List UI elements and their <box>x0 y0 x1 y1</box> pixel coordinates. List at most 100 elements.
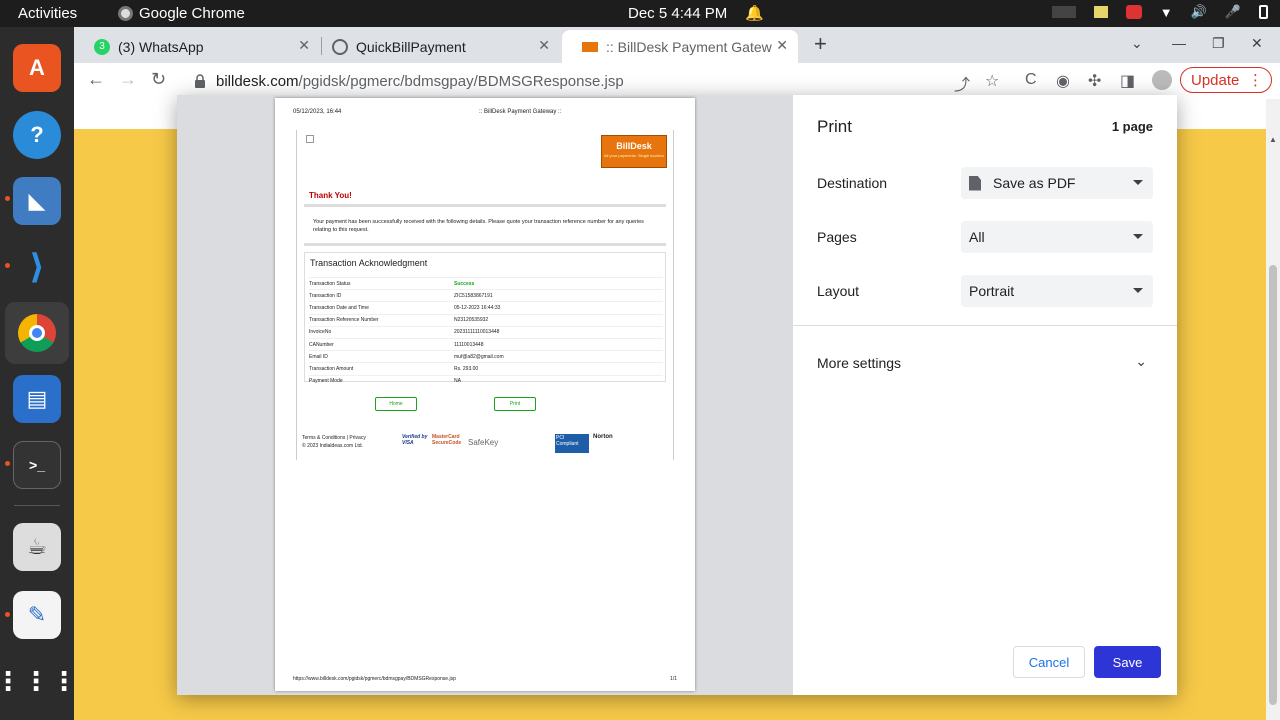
text-editor-icon[interactable]: ✎ <box>13 591 61 639</box>
table-row: Transaction ID ZIC51583867191 <box>309 289 663 301</box>
print-preview: 05/12/2023, 16:44 :: BillDesk Payment Ga… <box>177 95 793 695</box>
row-key: Transaction Date and Time <box>309 304 369 311</box>
row-value: 11110013448 <box>454 341 484 348</box>
norton-badge: Norton <box>593 434 613 440</box>
row-value: Rs. 293.00 <box>454 365 479 372</box>
row-value: muf@a82@gmail.com <box>454 353 504 360</box>
dropdown-caret-icon <box>1133 288 1143 293</box>
close-icon[interactable]: ✕ <box>298 37 310 54</box>
save-button[interactable]: Save <box>1094 646 1161 678</box>
safekey-badge: SafeKey <box>468 438 499 447</box>
transaction-title: Transaction Acknowledgment <box>310 258 428 268</box>
update-button[interactable]: Update ⋮ <box>1180 67 1272 93</box>
tab-label: :: BillDesk Payment Gatew <box>606 38 772 55</box>
chrome-dock-icon[interactable] <box>5 302 69 364</box>
java-icon[interactable]: ☕ <box>13 523 61 571</box>
new-tab-button[interactable]: + <box>814 31 827 57</box>
tab-billdesk[interactable]: :: BillDesk Payment Gatew ✕ <box>562 30 798 63</box>
update-label: Update <box>1191 71 1240 89</box>
pages-value: All <box>969 229 985 245</box>
tab-label: (3) WhatsApp <box>118 38 204 55</box>
close-window-button[interactable]: ✕ <box>1251 35 1263 52</box>
lock-icon[interactable] <box>194 74 206 88</box>
confirmation-message: Your payment has been successfully recei… <box>313 219 644 233</box>
notes-icon[interactable] <box>1093 6 1108 18</box>
home-button: Home <box>375 397 417 411</box>
help-icon[interactable]: ? <box>13 111 61 159</box>
bell-icon[interactable]: 🔔 <box>745 4 764 22</box>
tab-quickbillpayment[interactable]: QuickBillPayment ✕ <box>312 30 560 63</box>
sheet-header-title: :: BillDesk Payment Gateway :: <box>479 109 562 115</box>
terminal-icon[interactable]: >_ <box>13 441 61 489</box>
file-icon <box>969 175 981 191</box>
back-icon[interactable]: ← <box>87 69 105 90</box>
writer-icon[interactable]: ▤ <box>13 375 61 423</box>
reload-icon[interactable]: ↻ <box>151 69 166 90</box>
table-row: Payment Mode NA <box>309 374 663 387</box>
vscode-icon[interactable]: ⟩ <box>13 243 61 291</box>
chrome-window: 3 (3) WhatsApp ✕ QuickBillPayment ✕ :: B… <box>74 27 1280 720</box>
table-row: Transaction Status Success <box>309 277 663 289</box>
volume-icon[interactable]: 🔊 <box>1191 4 1207 20</box>
logo-tagline: All your payments. Single location <box>603 153 665 158</box>
battery-icon[interactable] <box>1259 5 1268 19</box>
bookmark-star-icon[interactable]: ☆ <box>985 71 999 91</box>
extension-globe-icon[interactable]: ◉ <box>1056 71 1070 91</box>
microphone-icon[interactable]: 🎤 <box>1225 4 1241 20</box>
more-settings-toggle[interactable]: More settings <box>817 355 901 371</box>
mastercard-badge: MasterCard SecureCode <box>432 434 462 446</box>
system-top-bar: Activities Google Chrome Dec 5 4:44 PM 🔔… <box>0 0 1280 27</box>
share-icon[interactable]: ⤴ <box>954 71 970 95</box>
running-indicator <box>5 612 10 617</box>
chevron-down-icon[interactable]: ⌄ <box>1135 353 1147 370</box>
url-path: /pgidsk/pgmerc/bdmsgpay/BDMSGResponse.js… <box>298 72 624 90</box>
anydesk-icon[interactable] <box>1125 5 1142 19</box>
show-apps-icon[interactable]: ⋮⋮⋮ <box>0 657 77 705</box>
profile-avatar[interactable] <box>1152 70 1172 90</box>
extensions-puzzle-icon[interactable]: ✣ <box>1088 71 1101 91</box>
indicator-icon[interactable] <box>1051 6 1076 18</box>
billdesk-logo: BillDesk All your payments. Single locat… <box>601 135 667 168</box>
dolphin-icon[interactable]: ◣ <box>13 177 61 225</box>
destination-select[interactable]: Save as PDF <box>961 167 1153 199</box>
row-key: InvoiceNo <box>309 329 332 336</box>
forward-icon[interactable]: → <box>119 69 137 90</box>
visa-badge: Verified by VISA <box>402 434 428 446</box>
maximize-button[interactable]: ❐ <box>1212 35 1225 52</box>
tab-label: QuickBillPayment <box>356 38 466 55</box>
whatsapp-icon: 3 <box>94 38 110 55</box>
table-row: Email ID muf@a82@gmail.com <box>309 350 663 362</box>
row-key: Transaction Status <box>309 280 351 287</box>
tab-whatsapp[interactable]: 3 (3) WhatsApp ✕ <box>74 30 320 63</box>
app-menu[interactable]: Google Chrome <box>118 5 245 22</box>
clock[interactable]: Dec 5 4:44 PM <box>628 5 727 22</box>
app-name: Google Chrome <box>139 5 245 22</box>
layout-select[interactable]: Portrait <box>961 275 1153 307</box>
divider <box>304 243 666 246</box>
table-row: CANumber 11110013448 <box>309 337 663 350</box>
software-center-icon[interactable]: A <box>13 44 61 92</box>
destination-label: Destination <box>817 175 888 191</box>
running-indicator <box>5 196 10 201</box>
system-tray[interactable]: ▼ 🔊 🎤 <box>1051 4 1268 20</box>
wifi-icon[interactable]: ▼ <box>1160 5 1173 20</box>
address-bar[interactable]: billdesk.com/pgidsk/pgmerc/bdmsgpay/BDMS… <box>186 66 976 96</box>
activities-button[interactable]: Activities <box>18 5 77 22</box>
extension-c-icon[interactable]: C <box>1025 71 1037 89</box>
tab-search-icon[interactable]: ⌄ <box>1131 35 1143 52</box>
print-title: Print <box>817 117 852 136</box>
status-value: Success <box>454 280 475 287</box>
close-icon[interactable]: ✕ <box>776 37 788 54</box>
minimize-button[interactable]: — <box>1172 35 1186 51</box>
side-panel-icon[interactable]: ◨ <box>1120 71 1135 91</box>
page-scrollbar[interactable]: ▲ <box>1266 99 1280 720</box>
cancel-button[interactable]: Cancel <box>1013 646 1085 678</box>
scrollbar-thumb[interactable] <box>1269 265 1277 705</box>
kebab-menu-icon[interactable]: ⋮ <box>1248 71 1263 89</box>
pages-select[interactable]: All <box>961 221 1153 253</box>
thank-you-heading: Thank You! <box>309 191 352 200</box>
scroll-up-icon[interactable]: ▲ <box>1269 135 1277 144</box>
close-icon[interactable]: ✕ <box>538 37 550 54</box>
preview-sheet: 05/12/2023, 16:44 :: BillDesk Payment Ga… <box>275 98 695 691</box>
billdesk-icon <box>582 41 598 52</box>
